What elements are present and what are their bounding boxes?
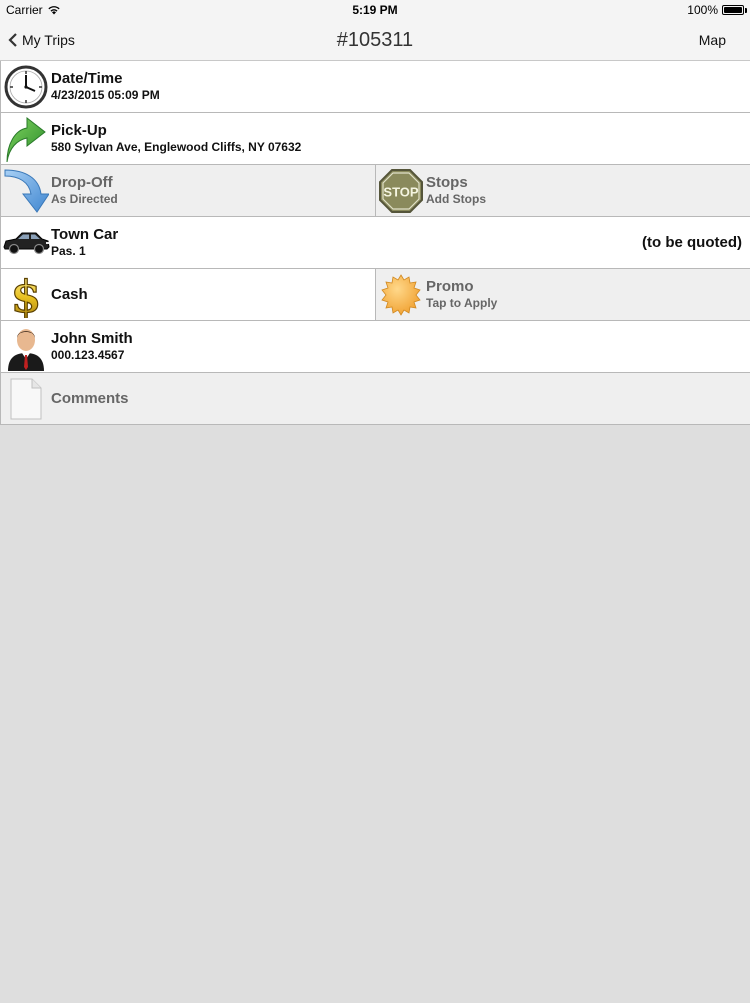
passenger-texts: John Smith 000.123.4567	[51, 330, 133, 363]
row-comments: Comments	[0, 373, 750, 425]
datetime-title: Date/Time	[51, 70, 123, 87]
dropoff-value: As Directed	[51, 192, 118, 206]
dollar-icon: $	[1, 270, 51, 320]
vehicle-cell[interactable]: Town Car Pas. 1 (to be quoted)	[0, 217, 750, 268]
datetime-texts: Date/Time 4/23/2015 05:09 PM	[51, 70, 160, 103]
empty-area	[0, 425, 750, 1003]
passenger-phone: 000.123.4567	[51, 348, 125, 362]
green-up-arrow-icon	[1, 114, 51, 164]
dropoff-cell[interactable]: Drop-Off As Directed	[0, 165, 375, 216]
stops-title: Stops	[426, 174, 468, 191]
payment-texts: Cash	[51, 286, 88, 304]
blue-down-arrow-icon	[1, 166, 51, 216]
promo-badge-icon	[376, 270, 426, 320]
promo-cell[interactable]: Promo Tap to Apply	[375, 269, 750, 320]
dropoff-texts: Drop-Off As Directed	[51, 174, 118, 207]
promo-value: Tap to Apply	[426, 296, 498, 310]
pickup-value: 580 Sylvan Ave, Englewood Cliffs, NY 076…	[51, 140, 302, 154]
row-passenger: John Smith 000.123.4567	[0, 321, 750, 373]
vehicle-title: Town Car	[51, 226, 119, 243]
svg-text:$: $	[11, 272, 42, 318]
vehicle-price: (to be quoted)	[642, 234, 742, 251]
page-title: #105311	[336, 29, 414, 51]
stop-sign-icon: STOP	[376, 166, 426, 216]
passenger-name: John Smith	[51, 330, 133, 347]
nav-bar: My Trips #105311 Map	[0, 20, 750, 61]
status-time: 5:19 PM	[352, 3, 398, 17]
map-button[interactable]: Map	[699, 20, 726, 60]
status-bar: Carrier 5:19 PM 100%	[0, 0, 750, 20]
row-pickup: Pick-Up 580 Sylvan Ave, Englewood Cliffs…	[0, 113, 750, 165]
person-icon	[1, 322, 51, 372]
payment-cell[interactable]: $ Cash	[0, 269, 375, 320]
pickup-texts: Pick-Up 580 Sylvan Ave, Englewood Cliffs…	[51, 122, 301, 155]
pickup-cell[interactable]: Pick-Up 580 Sylvan Ave, Englewood Cliffs…	[0, 113, 750, 164]
vehicle-texts: Town Car Pas. 1	[51, 226, 118, 259]
battery-percent: 100%	[687, 3, 718, 17]
status-right: 100%	[687, 0, 747, 20]
comments-texts: Comments	[51, 390, 129, 408]
svg-text:STOP: STOP	[383, 184, 418, 199]
vehicle-passengers: Pas. 1	[51, 244, 86, 258]
promo-texts: Promo Tap to Apply	[426, 278, 497, 311]
row-dropoff-stops: Drop-Off As Directed STOP Stops Add Stop…	[0, 165, 750, 217]
car-icon	[1, 218, 51, 268]
clock-icon	[1, 62, 51, 112]
battery-icon	[722, 5, 747, 15]
dropoff-title: Drop-Off	[51, 174, 113, 191]
stops-texts: Stops Add Stops	[426, 174, 486, 207]
trip-details-list: Date/Time 4/23/2015 05:09 PM Pick-Up 580…	[0, 61, 750, 425]
comments-title: Comments	[51, 389, 129, 407]
row-payment-promo: $ Cash Promo Tap to Apply	[0, 269, 750, 321]
payment-title: Cash	[51, 285, 88, 303]
promo-title: Promo	[426, 278, 474, 295]
stops-cell[interactable]: STOP Stops Add Stops	[375, 165, 750, 216]
row-vehicle: Town Car Pas. 1 (to be quoted)	[0, 217, 750, 269]
passenger-cell[interactable]: John Smith 000.123.4567	[0, 321, 750, 372]
datetime-cell[interactable]: Date/Time 4/23/2015 05:09 PM	[0, 61, 750, 112]
pickup-title: Pick-Up	[51, 122, 107, 139]
datetime-value: 4/23/2015 05:09 PM	[51, 88, 160, 102]
comments-cell[interactable]: Comments	[0, 373, 750, 424]
document-icon	[1, 374, 51, 424]
row-datetime: Date/Time 4/23/2015 05:09 PM	[0, 61, 750, 113]
stops-value: Add Stops	[426, 192, 486, 206]
